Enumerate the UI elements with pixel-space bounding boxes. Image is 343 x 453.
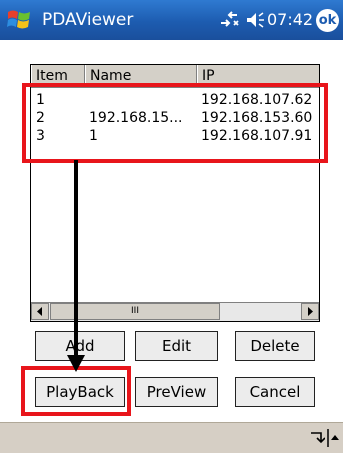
annotation-arrow [67,160,85,372]
up-arrow-icon[interactable] [327,429,339,447]
bottom-menu-bar [0,422,343,453]
keyboard-icon[interactable] [309,429,325,447]
